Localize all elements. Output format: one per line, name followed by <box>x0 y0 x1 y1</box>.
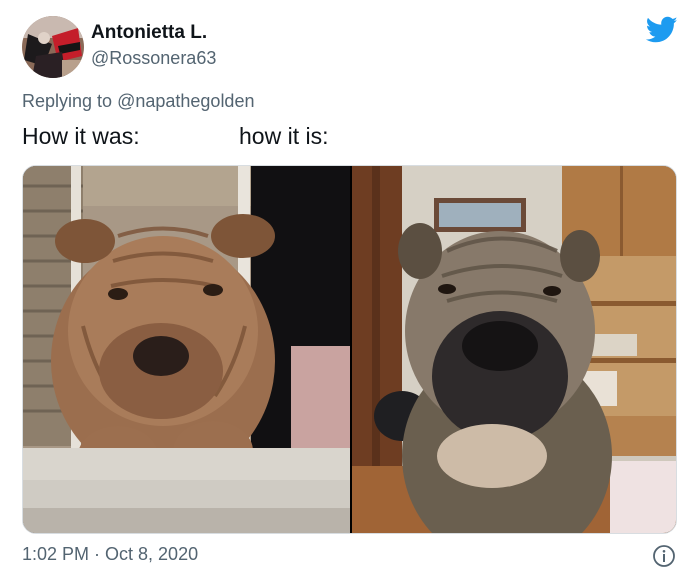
tweet-card: Antonietta L. @Rossonera63 Replying to @… <box>0 0 696 579</box>
tweet-text-right: how it is: <box>239 123 329 149</box>
reply-prefix: Replying to <box>22 91 113 111</box>
shar-pei-adult-photo[interactable] <box>352 166 677 534</box>
twitter-bird-icon[interactable] <box>646 16 678 44</box>
tweet-text-left: How it was: <box>22 123 140 149</box>
avatar[interactable] <box>22 16 84 78</box>
shar-pei-puppy-photo[interactable] <box>23 166 350 534</box>
author-handle[interactable]: @Rossonera63 <box>91 48 216 69</box>
reply-mention[interactable]: @napathegolden <box>117 91 254 111</box>
tweet-timestamp[interactable]: 1:02 PM · Oct 8, 2020 <box>22 544 198 565</box>
author-name[interactable]: Antonietta L. <box>91 22 207 44</box>
reply-context: Replying to @napathegolden <box>22 91 254 112</box>
media-grid <box>22 165 677 534</box>
avatar-image <box>22 16 84 78</box>
info-icon[interactable] <box>652 544 676 568</box>
